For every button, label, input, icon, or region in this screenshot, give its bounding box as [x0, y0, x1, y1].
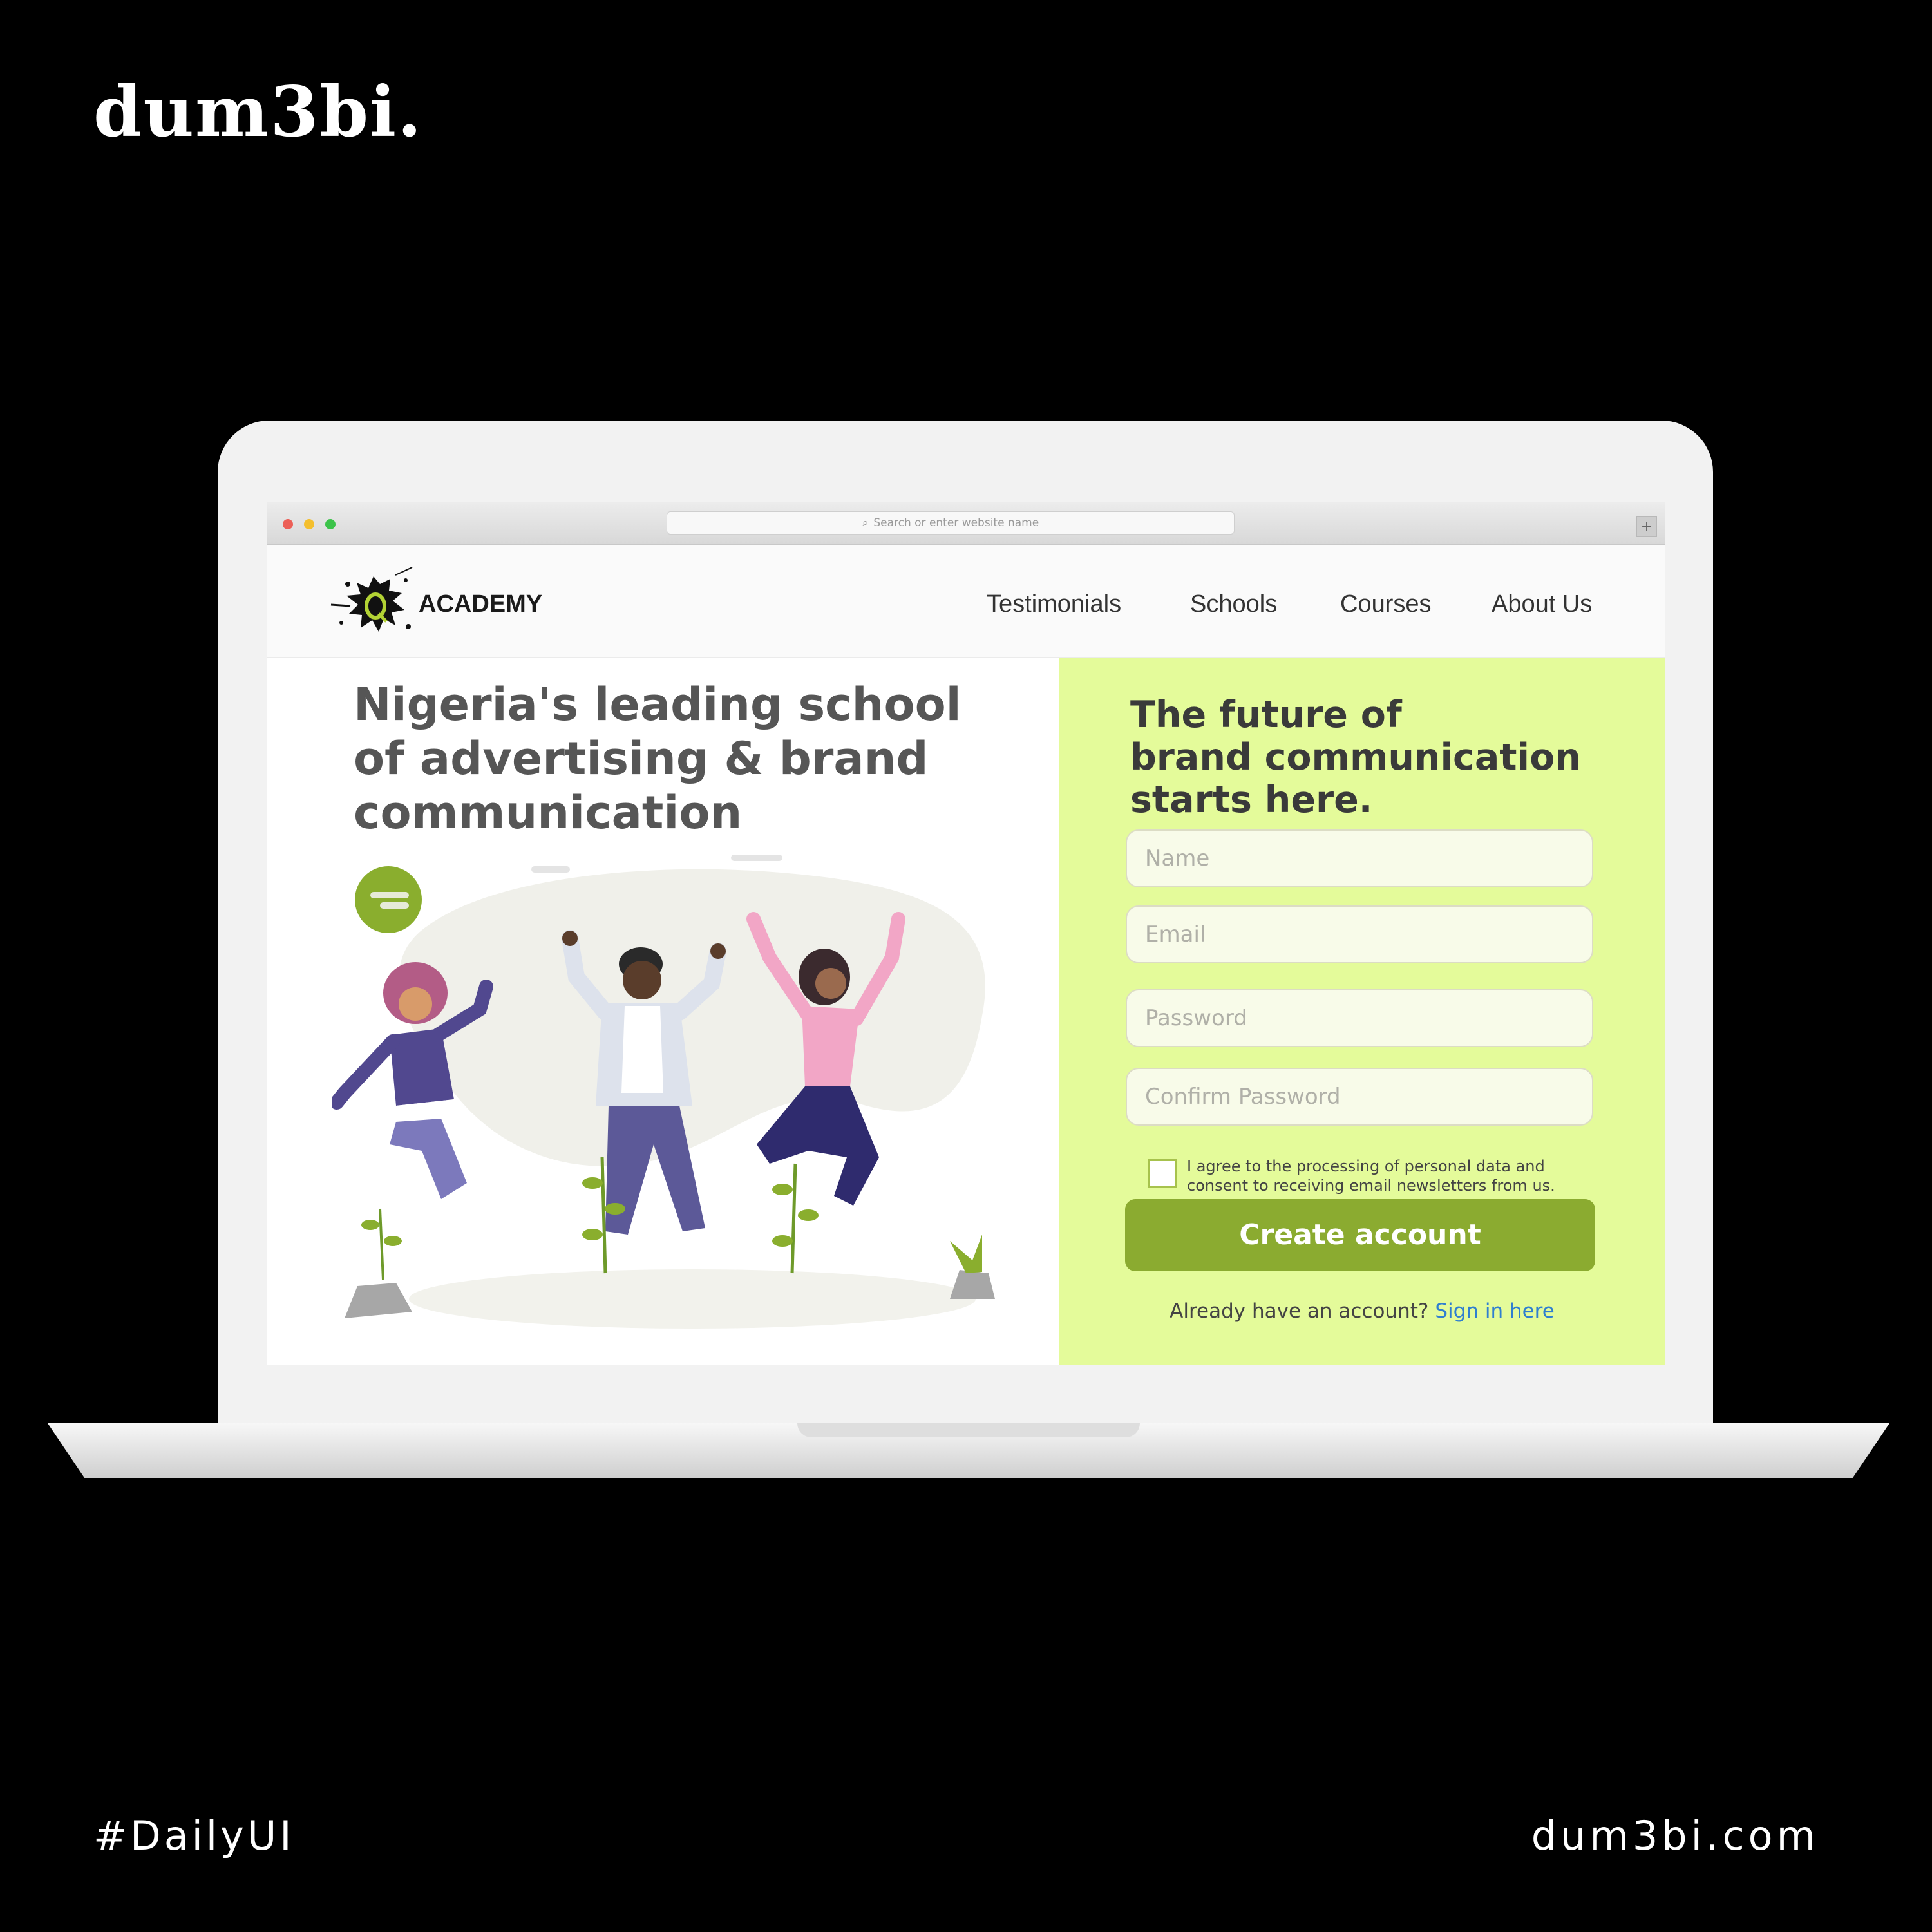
nav-schools[interactable]: Schools — [1190, 591, 1277, 618]
hero-panel: Nigeria's leading school of advertising … — [267, 658, 1059, 1365]
signup-heading-line-1: The future of — [1130, 694, 1402, 736]
nav-about-us[interactable]: About Us — [1492, 591, 1592, 618]
name-field[interactable] — [1126, 829, 1593, 887]
consent-label: I agree to the processing of personal da… — [1187, 1157, 1555, 1195]
plus-icon: + — [1640, 518, 1653, 535]
close-window-button[interactable] — [283, 519, 293, 529]
create-account-button[interactable]: Create account — [1125, 1199, 1595, 1271]
password-field[interactable] — [1126, 989, 1593, 1047]
new-tab-button[interactable]: + — [1636, 516, 1657, 537]
ink-splat-logo-icon — [330, 567, 413, 632]
email-field[interactable] — [1126, 905, 1593, 963]
signin-prompt: Already have an account? — [1170, 1300, 1429, 1323]
signup-heading: The future of brand communication starts… — [1130, 694, 1645, 821]
minimize-window-button[interactable] — [304, 519, 314, 529]
jumping-people-illustration — [332, 855, 995, 1329]
signin-row: Already have an account? Sign in here — [1059, 1300, 1665, 1323]
laptop-screen: ⌕ Search or enter website name + ACADEMY … — [267, 502, 1665, 1365]
daily-ui-tag: #DailyUI — [93, 1812, 295, 1859]
laptop-notch — [797, 1423, 1140, 1437]
academy-logo-text: ACADEMY — [419, 591, 543, 618]
search-icon: ⌕ — [862, 516, 869, 529]
signin-link[interactable]: Sign in here — [1435, 1300, 1554, 1323]
academy-logo[interactable]: ACADEMY — [328, 565, 543, 642]
maximize-window-button[interactable] — [325, 519, 336, 529]
site-header: ACADEMY Testimonials Schools Courses Abo… — [267, 545, 1665, 658]
address-bar[interactable]: ⌕ Search or enter website name — [667, 511, 1235, 535]
confirm-password-field[interactable] — [1126, 1068, 1593, 1126]
signup-heading-line-2: brand communication — [1130, 736, 1581, 779]
nav-testimonials[interactable]: Testimonials — [987, 591, 1121, 618]
consent-checkbox[interactable] — [1148, 1159, 1177, 1188]
browser-toolbar: ⌕ Search or enter website name + — [267, 502, 1665, 545]
hero-title: Nigeria's leading school of advertising … — [354, 678, 961, 839]
signup-heading-line-3: starts here. — [1130, 779, 1373, 821]
address-bar-placeholder: Search or enter website name — [873, 516, 1039, 529]
brand-logo: dum3bi. — [93, 71, 423, 153]
website-link[interactable]: dum3bi.com — [1531, 1816, 1819, 1856]
signup-panel: The future of brand communication starts… — [1059, 658, 1665, 1365]
nav-courses[interactable]: Courses — [1340, 591, 1432, 618]
